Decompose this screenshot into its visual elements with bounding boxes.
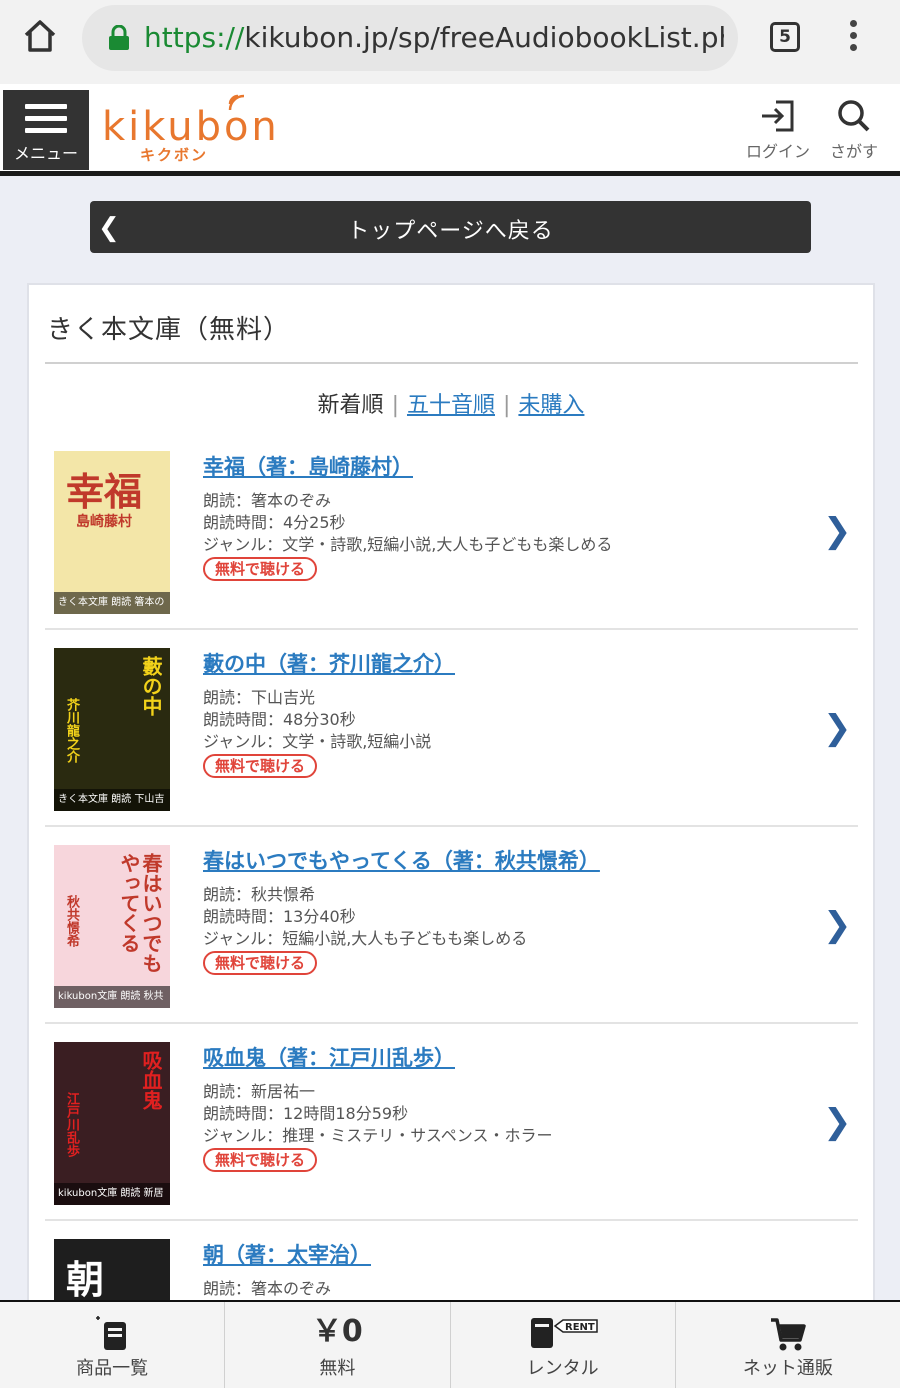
cart-icon [770,1318,806,1351]
back-to-top-button[interactable]: ❮ トップページへ戻る [90,201,811,253]
address-bar[interactable]: https://kikubon.jp/sp/freeAudiobookList.… [82,5,738,71]
tab-switcher-button[interactable]: 5 [770,22,800,52]
listen-free-button[interactable]: 無料で聴ける [203,557,318,581]
sort-tab-newest[interactable]: 新着順 [318,393,384,418]
reader-text: 朗読：箸本のぞみ [203,491,332,510]
book-cover-image[interactable]: 春はいつでもやってくる 秋共憬希 kikubon文庫 朗読 秋共憬希 [54,845,170,1008]
genre-text: ジャンル：推理・ミステリ・サスペンス・ホラー [203,1126,553,1145]
reader-text: 朗読：下山吉光 [203,688,316,707]
url-text: https://kikubon.jp/sp/freeAudiobookList.… [144,21,724,54]
nav-label: 無料 [319,1358,356,1379]
chevron-right-icon[interactable]: ❯ [823,905,852,945]
nav-free[interactable]: ￥0 無料 [225,1302,451,1388]
nav-label: 商品一覧 [76,1358,149,1379]
cover-title: 春はいつでもやってくる [118,853,162,973]
book-title-link[interactable]: 春はいつでもやってくる（著：秋共憬希） [203,845,600,875]
divider: | [503,393,511,418]
listen-free-button[interactable]: 無料で聴ける [203,1148,318,1172]
reader-text: 朗読：秋共憬希 [203,885,316,904]
site-logo[interactable]: kikubon キクボン [100,92,277,166]
listen-free-button[interactable]: 無料で聴ける [203,754,318,778]
login-label: ログイン [745,142,810,161]
sort-tab-gojuon[interactable]: 五十音順 [407,393,495,418]
login-icon [762,100,794,132]
book-cover-image[interactable]: 吸血鬼江戸川乱歩 kikubon文庫 朗読 新居祐一 [54,1042,170,1205]
home-icon[interactable] [20,16,60,56]
book-title-link[interactable]: 藪の中（著：芥川龍之介） [203,648,455,678]
hamburger-icon [25,104,67,140]
lock-icon [108,24,130,51]
audiobook-list-card: きく本文庫（無料） 新着順 | 五十音順 | 未購入 幸福 島崎藤村きく本文庫 朗読 箸本… [27,283,875,1388]
audiobook-list: 幸福島崎藤村きく本文庫 朗読 箸本のぞみ幸福（著：島崎藤村）朗読：箸本のぞみ朗読… [45,433,858,1388]
chevron-right-icon[interactable]: ❯ [823,1102,852,1142]
nav-label: ネット通販 [742,1358,833,1379]
nav-product-list[interactable]: 商品一覧 [0,1302,226,1388]
menu-button[interactable]: メニュー [3,90,89,170]
audiobook-item[interactable]: 春はいつでもやってくる秋共憬希kikubon文庫 朗読 秋共憬希春はいつでもやっ… [45,827,858,1024]
cover-author: 江戸川乱歩 [64,1092,79,1157]
duration-text: 朗読時間：4分25秒 [203,513,346,532]
cover-footer: きく本文庫 朗読 箸本のぞみ [54,592,170,614]
sort-tabs: 新着順 | 五十音順 | 未購入 [29,387,873,419]
duration-text: 朗読時間：12時間18分59秒 [203,1104,409,1123]
cover-footer: kikubon文庫 朗読 新居祐一 [54,1183,170,1205]
book-cover-image[interactable]: 藪の中芥川龍之介きく本文庫 朗読 下山吉光 [54,648,170,811]
more-options-icon[interactable] [848,20,858,54]
cover-title: 幸福 [66,470,143,514]
reader-text: 朗読：箸本のぞみ [203,1279,332,1298]
yen-zero-icon: ￥0 [311,1314,363,1349]
book-title-link[interactable]: 吸血鬼（著：江戸川乱歩） [203,1042,455,1072]
duration-text: 朗読時間：13分40秒 [203,907,356,926]
cover-author: 芥川龍之介 [64,698,79,763]
duration-text: 朗読時間：48分30秒 [203,710,356,729]
audiobook-item[interactable]: 幸福島崎藤村きく本文庫 朗読 箸本のぞみ 幸福（著：島崎藤村） 朗読：箸本のぞみ朗読… [45,433,858,630]
search-button[interactable]: さがす [818,100,890,164]
book-list-icon [96,1316,127,1350]
genre-text: ジャンル：文学・詩歌,短編小説,大人も子どもも楽しめる [203,535,613,554]
menu-label: メニュー [13,144,78,163]
chevron-right-icon[interactable]: ❯ [823,511,852,551]
nav-rental[interactable]: RENT レンタル [451,1302,676,1388]
book-cover-image[interactable]: 幸福島崎藤村きく本文庫 朗読 箸本のぞみ [54,451,170,614]
site-header: メニュー kikubon キクボン ログイン さがす [0,84,900,176]
cover-title: 吸血鬼 [140,1050,162,1110]
book-title-link[interactable]: 朝（著：太宰治） [203,1239,371,1269]
nav-online-shop[interactable]: ネット通販 [676,1302,900,1388]
bottom-nav: 商品一覧 ￥0 無料 RENT レンタル ネット通販 [0,1300,900,1388]
audiobook-item[interactable]: 吸血鬼江戸川乱歩 kikubon文庫 朗読 新居祐一 吸血鬼（著：江戸川乱歩） 朗読：… [45,1024,858,1221]
divider: | [391,393,399,418]
chevron-right-icon[interactable]: ❯ [823,708,852,748]
book-title-link[interactable]: 幸福（著：島崎藤村） [203,451,413,481]
page-title: きく本文庫（無料） [47,315,291,345]
browser-toolbar: https://kikubon.jp/sp/freeAudiobookList.… [0,0,900,84]
rent-icon-label: RENT [565,1322,595,1333]
divider [45,362,858,364]
audiobook-item[interactable]: 藪の中芥川龍之介きく本文庫 朗読 下山吉光 藪の中（著：芥川龍之介） 朗読：下山吉光… [45,630,858,827]
nav-label: レンタル [526,1358,599,1379]
back-to-top-label: トップページへ戻る [347,219,554,244]
cover-author: 島崎藤村 [76,514,132,530]
search-icon [838,100,870,132]
cover-author: 秋共憬希 [64,895,79,947]
cover-footer: きく本文庫 朗読 下山吉光 [54,789,170,811]
reader-text: 朗読：新居祐一 [203,1082,316,1101]
cover-title: 朝 [66,1258,105,1302]
cover-title: 藪の中 [140,656,162,716]
search-label: さがす [829,142,878,161]
cover-footer: kikubon文庫 朗読 秋共憬希 [54,986,170,1008]
genre-text: ジャンル：文学・詩歌,短編小説 [203,732,432,751]
login-button[interactable]: ログイン [742,100,814,164]
rent-icon: RENT [530,1318,598,1348]
logo-subtitle: キクボン [140,146,209,164]
sort-tab-unpurchased[interactable]: 未購入 [518,393,584,418]
listen-free-button[interactable]: 無料で聴ける [203,951,318,975]
genre-text: ジャンル：短編小説,大人も子どもも楽しめる [203,929,528,948]
